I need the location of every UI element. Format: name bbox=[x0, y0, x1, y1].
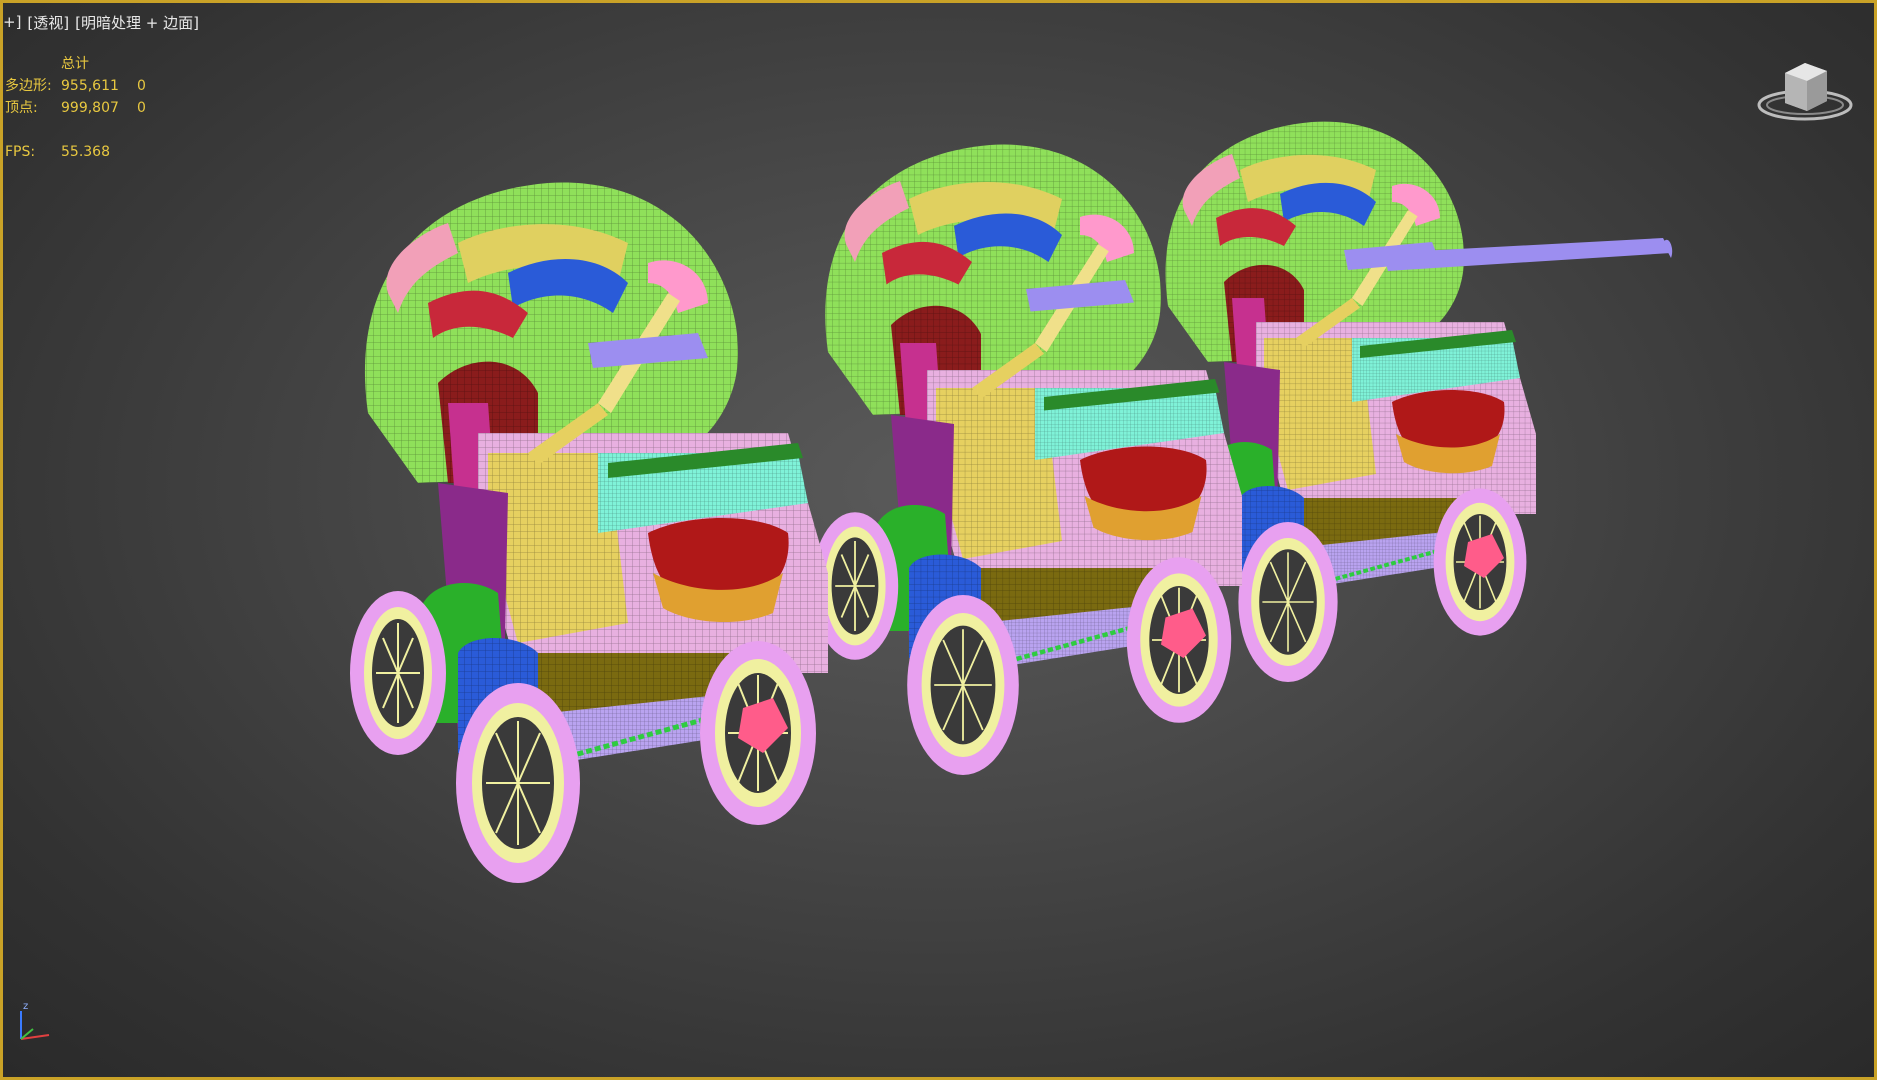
statistics-overlay: 总计 多边形: 955,611 0 顶点: 999,807 0 FPS: 55.… bbox=[5, 53, 157, 163]
stroller-scene[interactable] bbox=[3, 3, 1877, 1080]
vertices-label: 顶点: bbox=[5, 100, 38, 116]
stats-header: 总计 bbox=[61, 56, 89, 72]
fps-label: FPS: bbox=[5, 144, 36, 160]
axis-tripod-icon: z bbox=[9, 999, 59, 1049]
fps-value: 55.368 bbox=[61, 144, 110, 160]
viewport-menu-button[interactable]: +] bbox=[3, 13, 21, 31]
view-type-label[interactable]: [透视] bbox=[27, 12, 69, 33]
axis-z-label: z bbox=[23, 1001, 28, 1012]
polygons-selected: 0 bbox=[137, 78, 146, 94]
polygons-total: 955,611 bbox=[61, 78, 119, 94]
perspective-viewport[interactable]: +] [透视] [明暗处理 + 边面] 总计 多边形: 955,611 0 顶点… bbox=[0, 0, 1877, 1080]
viewcube-icon[interactable] bbox=[1755, 55, 1855, 125]
shading-mode-label[interactable]: [明暗处理 + 边面] bbox=[75, 12, 199, 33]
viewport-label[interactable]: +] [透视] [明暗处理 + 边面] bbox=[3, 11, 199, 33]
vertices-total: 999,807 bbox=[61, 100, 119, 116]
polygons-label: 多边形: bbox=[5, 78, 52, 94]
stroller-model-front[interactable] bbox=[350, 182, 828, 883]
vertices-selected: 0 bbox=[137, 100, 146, 116]
